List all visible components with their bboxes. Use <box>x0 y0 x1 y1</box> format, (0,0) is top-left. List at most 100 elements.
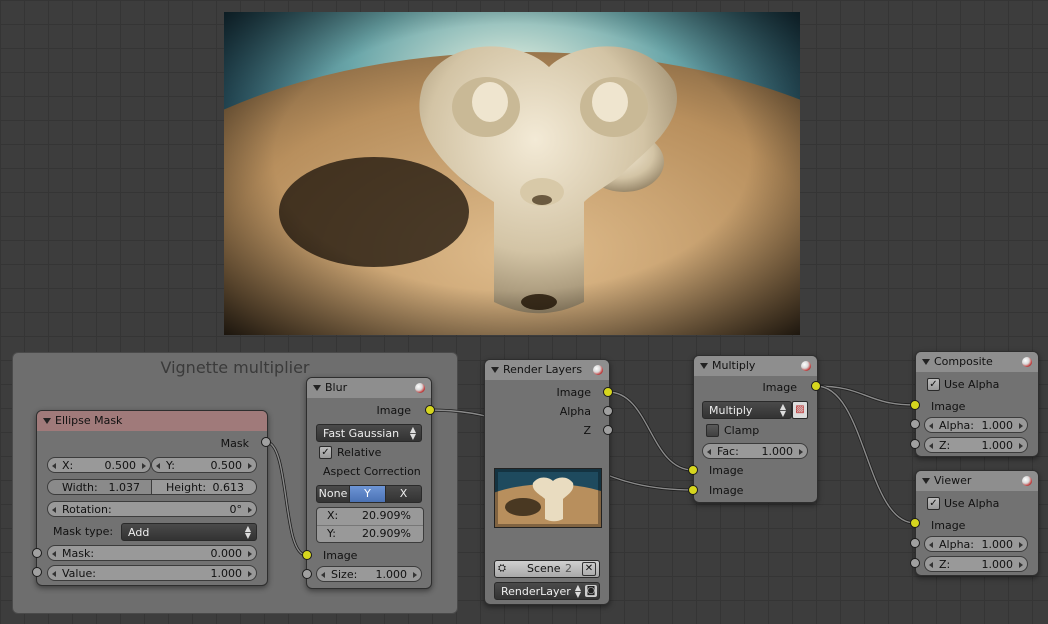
node-header[interactable]: Ellipse Mask <box>37 411 267 431</box>
socket-multiply-image-input-1[interactable] <box>688 465 698 475</box>
collapse-triangle-icon[interactable] <box>491 367 499 373</box>
preview-ball-icon[interactable] <box>801 361 811 371</box>
width-field[interactable]: Width: 1.037 <box>47 479 153 495</box>
socket-render-z-output[interactable] <box>603 425 613 435</box>
value-field[interactable]: Value: 1.000 <box>47 565 257 581</box>
scene-users-count: 2 <box>565 562 572 575</box>
socket-blur-image-input[interactable] <box>302 550 312 560</box>
socket-value-input[interactable] <box>32 567 42 577</box>
blend-type-dropdown[interactable]: Multiply ▲ ▼ <box>702 401 792 419</box>
node-render-layers[interactable]: Render Layers Image Alpha Z ⛭ Scene 2 ✕ … <box>484 359 610 605</box>
decrement-arrow-icon <box>707 449 711 455</box>
scene-name: Scene <box>527 562 561 575</box>
alpha-value: 1.000 <box>981 419 1014 432</box>
use-alpha-checkbox[interactable]: ✓ <box>927 497 940 510</box>
aspect-x-button[interactable]: X <box>385 485 422 503</box>
increment-arrow-icon <box>142 463 146 469</box>
height-value: 0.613 <box>212 481 245 494</box>
socket-viewer-alpha-input[interactable] <box>910 538 920 548</box>
socket-multiply-image-input-2[interactable] <box>688 485 698 495</box>
node-header[interactable]: Render Layers <box>485 360 609 380</box>
clamp-checkbox[interactable] <box>706 424 719 437</box>
decrement-arrow-icon <box>929 423 933 429</box>
size-field[interactable]: Size: 1.000 <box>316 566 422 582</box>
x-label: X: <box>62 459 74 472</box>
socket-mask-output[interactable] <box>261 437 271 447</box>
socket-viewer-image-input[interactable] <box>910 518 920 528</box>
decrement-arrow-icon <box>321 572 325 578</box>
preview-ball-icon[interactable] <box>1022 357 1032 367</box>
z-field[interactable]: Z: 1.000 <box>924 556 1028 572</box>
increment-arrow-icon <box>413 572 417 578</box>
node-ellipse-mask[interactable]: Ellipse Mask Mask X: 0.500 Y: 0.500 Widt… <box>36 410 268 586</box>
increment-arrow-icon <box>1019 542 1023 548</box>
z-field[interactable]: Z: 1.000 <box>924 437 1028 453</box>
node-blur[interactable]: Blur Image Fast Gaussian ▲ ▼ ✓ Relative A… <box>306 377 432 589</box>
socket-multiply-image-output[interactable] <box>811 381 821 391</box>
decrement-arrow-icon <box>52 507 56 513</box>
output-mask-label: Mask <box>220 437 249 450</box>
collapse-triangle-icon[interactable] <box>313 385 321 391</box>
use-alpha-toggle-icon[interactable]: ▨ <box>792 401 808 419</box>
y-field[interactable]: Y: 0.500 <box>151 457 257 473</box>
aspect-none-button[interactable]: None <box>316 485 350 503</box>
updown-arrows-icon: ▲ ▼ <box>779 402 786 418</box>
node-multiply[interactable]: Multiply Image Multiply ▲ ▼ ▨ Clamp Fac: … <box>693 355 818 503</box>
height-label: Height: <box>166 481 207 494</box>
rotation-field[interactable]: Rotation: 0° <box>47 501 257 517</box>
use-alpha-checkbox[interactable]: ✓ <box>927 378 940 391</box>
output-alpha-label: Alpha <box>559 405 591 418</box>
render-layer-value: RenderLayer <box>501 585 571 598</box>
collapse-triangle-icon[interactable] <box>922 478 930 484</box>
scene-selector[interactable]: ⛭ Scene 2 ✕ <box>494 560 600 578</box>
decrement-arrow-icon <box>156 463 160 469</box>
aspect-y-button[interactable]: Y <box>349 485 386 503</box>
mask-input-field[interactable]: Mask: 0.000 <box>47 545 257 561</box>
filter-type-dropdown[interactable]: Fast Gaussian ▲ ▼ <box>316 424 422 442</box>
collapse-triangle-icon[interactable] <box>922 359 930 365</box>
socket-render-alpha-output[interactable] <box>603 406 613 416</box>
height-field[interactable]: Height: 0.613 <box>151 479 257 495</box>
x-value: 0.500 <box>104 459 137 472</box>
node-header[interactable]: Composite <box>916 352 1038 372</box>
increment-arrow-icon <box>248 507 252 513</box>
socket-composite-z-input[interactable] <box>910 439 920 449</box>
socket-mask-input[interactable] <box>32 548 42 558</box>
preview-ball-icon[interactable] <box>415 383 425 393</box>
size-x-field[interactable]: X: 20.909% <box>317 508 423 524</box>
output-z-label: Z <box>583 424 591 437</box>
alpha-field[interactable]: Alpha: 1.000 <box>924 536 1028 552</box>
value-value: 1.000 <box>210 567 243 580</box>
preview-ball-icon[interactable] <box>593 365 603 375</box>
size-y-field[interactable]: Y: 20.909% <box>317 525 423 542</box>
width-label: Width: <box>62 481 98 494</box>
collapse-triangle-icon[interactable] <box>43 418 51 424</box>
node-viewer[interactable]: Viewer ✓ Use Alpha Image Alpha: 1.000 Z:… <box>915 470 1039 576</box>
socket-viewer-z-input[interactable] <box>910 558 920 568</box>
alpha-field[interactable]: Alpha: 1.000 <box>924 417 1028 433</box>
render-layer-dropdown[interactable]: RenderLayer ▲ ▼ ◙ <box>494 582 600 600</box>
alpha-value: 1.000 <box>981 538 1014 551</box>
node-title: Render Layers <box>503 363 583 376</box>
socket-render-image-output[interactable] <box>603 387 613 397</box>
size-value: 1.000 <box>375 568 408 581</box>
updown-arrows-icon: ▲ ▼ <box>244 524 251 540</box>
collapse-triangle-icon[interactable] <box>700 363 708 369</box>
node-header[interactable]: Viewer <box>916 471 1038 491</box>
socket-blur-size-input[interactable] <box>302 569 312 579</box>
socket-composite-alpha-input[interactable] <box>910 419 920 429</box>
render-camera-icon[interactable]: ◙ <box>585 585 597 597</box>
close-icon[interactable]: ✕ <box>582 562 596 576</box>
node-composite[interactable]: Composite ✓ Use Alpha Image Alpha: 1.000… <box>915 351 1039 457</box>
preview-ball-icon[interactable] <box>1022 476 1032 486</box>
socket-composite-image-input[interactable] <box>910 400 920 410</box>
node-header[interactable]: Blur <box>307 378 431 398</box>
node-header[interactable]: Multiply <box>694 356 817 376</box>
socket-blur-image-output[interactable] <box>425 405 435 415</box>
fac-field[interactable]: Fac: 1.000 <box>702 443 808 459</box>
node-title: Blur <box>325 381 348 394</box>
x-field[interactable]: X: 0.500 <box>47 457 151 473</box>
relative-checkbox[interactable]: ✓ <box>319 446 332 459</box>
output-image-label: Image <box>556 386 591 399</box>
mask-type-dropdown[interactable]: Add ▲ ▼ <box>121 523 257 541</box>
